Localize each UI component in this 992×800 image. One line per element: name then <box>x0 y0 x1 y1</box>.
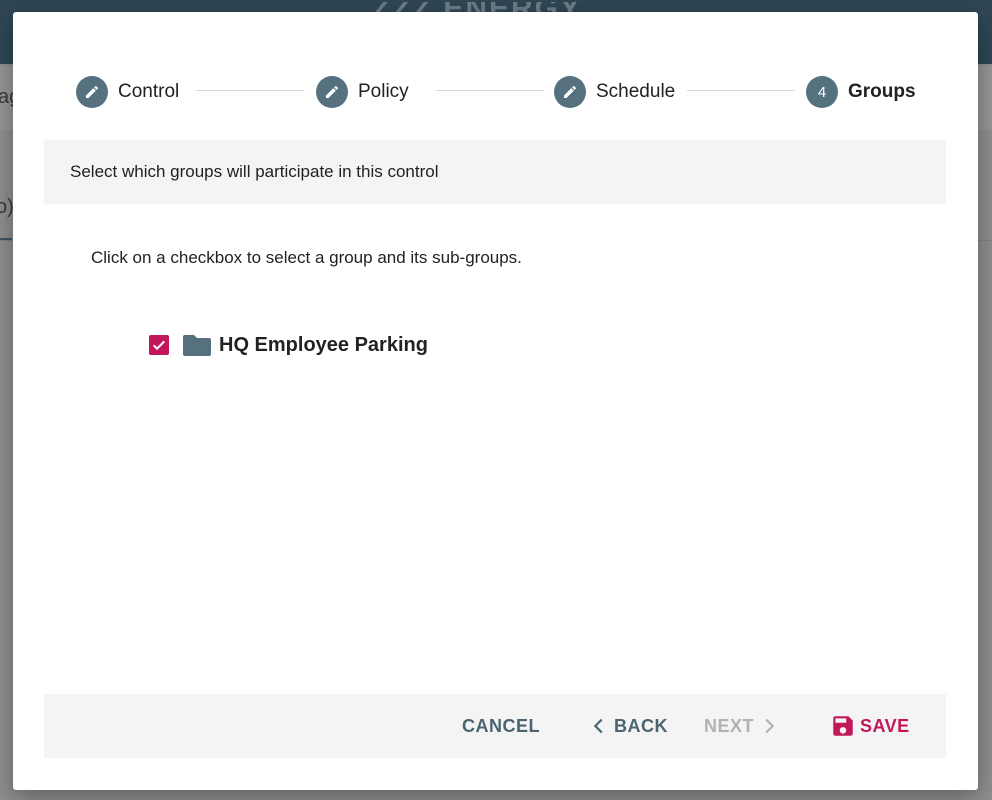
step-groups-label: Groups <box>848 81 916 102</box>
folder-icon <box>183 334 211 356</box>
pencil-icon <box>564 85 577 98</box>
step-policy[interactable]: Policy <box>316 76 409 108</box>
chevron-left-icon <box>593 718 603 734</box>
step-policy-circle <box>316 76 348 108</box>
cancel-button-label: CANCEL <box>462 715 540 736</box>
step-groups[interactable]: 4 Groups <box>806 76 916 108</box>
save-button[interactable]: SAVE <box>830 694 910 758</box>
next-button[interactable]: NEXT <box>704 694 780 758</box>
step-description: Select which groups will participate in … <box>70 162 439 181</box>
step-connector <box>687 90 795 91</box>
step-schedule[interactable]: Schedule <box>554 76 675 108</box>
next-button-label: NEXT <box>704 715 755 736</box>
background-partial-tab: o) <box>0 196 14 218</box>
step-control-label: Control <box>118 81 180 102</box>
stepper: Control Policy Schedule 4 Groups <box>13 12 978 140</box>
floppy-disk-icon <box>833 716 853 736</box>
step-connector <box>196 90 304 91</box>
create-control-dialog: Control Policy Schedule 4 Groups Select … <box>13 12 978 790</box>
cancel-button[interactable]: CANCEL <box>462 694 540 758</box>
step-schedule-circle <box>554 76 586 108</box>
step-control-circle <box>76 76 108 108</box>
step-policy-label: Policy <box>358 81 409 102</box>
step-control[interactable]: Control <box>76 76 179 108</box>
step-groups-number: 4 <box>806 76 838 108</box>
checkmark-icon <box>152 340 166 351</box>
instruction-text: Click on a checkbox to select a group an… <box>91 248 522 267</box>
save-button-label: SAVE <box>860 715 910 736</box>
group-label[interactable]: HQ Employee Parking <box>219 334 428 357</box>
dialog-actions: CANCEL BACK NEXT SAVE <box>44 694 946 758</box>
step-description-bar: Select which groups will participate in … <box>44 140 946 204</box>
pencil-icon <box>326 85 339 98</box>
step-connector <box>436 90 544 91</box>
group-checkbox[interactable] <box>149 335 169 355</box>
pencil-icon <box>86 85 99 98</box>
step-schedule-label: Schedule <box>596 81 676 102</box>
back-button[interactable]: BACK <box>588 694 668 758</box>
back-button-label: BACK <box>614 715 668 736</box>
chevron-right-icon <box>765 718 775 734</box>
group-tree-item: HQ Employee Parking <box>149 332 428 358</box>
